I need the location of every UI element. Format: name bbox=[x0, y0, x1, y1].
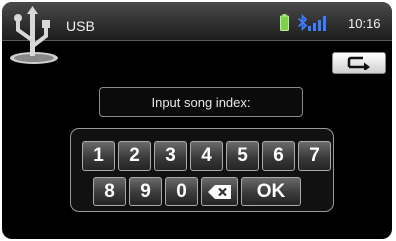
status-bar: USB 10:16 bbox=[2, 2, 392, 64]
keypad-row-1: 1 2 3 4 5 6 7 bbox=[82, 141, 331, 171]
bluetooth-icon bbox=[297, 14, 308, 31]
key-5[interactable]: 5 bbox=[226, 141, 259, 171]
return-arrow-icon bbox=[347, 56, 370, 70]
key-4[interactable]: 4 bbox=[190, 141, 223, 171]
screen: USB 10:16 Input song index: 1 2 3 4 5 6 … bbox=[2, 2, 392, 239]
clock: 10:16 bbox=[348, 16, 381, 31]
key-6[interactable]: 6 bbox=[262, 141, 295, 171]
usb-icon bbox=[10, 6, 58, 64]
battery-icon bbox=[280, 14, 289, 31]
page-title: USB bbox=[66, 18, 95, 34]
key-8[interactable]: 8 bbox=[93, 177, 126, 206]
song-index-input[interactable]: Input song index: bbox=[99, 87, 303, 117]
key-0[interactable]: 0 bbox=[165, 177, 198, 206]
key-7[interactable]: 7 bbox=[298, 141, 331, 171]
numeric-keypad: 1 2 3 4 5 6 7 8 9 0 OK bbox=[70, 128, 334, 212]
key-3[interactable]: 3 bbox=[154, 141, 187, 171]
input-prompt: Input song index: bbox=[151, 94, 251, 110]
back-button[interactable] bbox=[332, 52, 386, 74]
key-2[interactable]: 2 bbox=[118, 141, 151, 171]
key-1[interactable]: 1 bbox=[82, 141, 115, 171]
backspace-icon bbox=[207, 184, 231, 199]
keypad-row-2: 8 9 0 OK bbox=[93, 177, 301, 206]
ok-button[interactable]: OK bbox=[241, 177, 301, 206]
signal-icon bbox=[308, 16, 326, 31]
key-9[interactable]: 9 bbox=[129, 177, 162, 206]
backspace-button[interactable] bbox=[201, 177, 238, 206]
